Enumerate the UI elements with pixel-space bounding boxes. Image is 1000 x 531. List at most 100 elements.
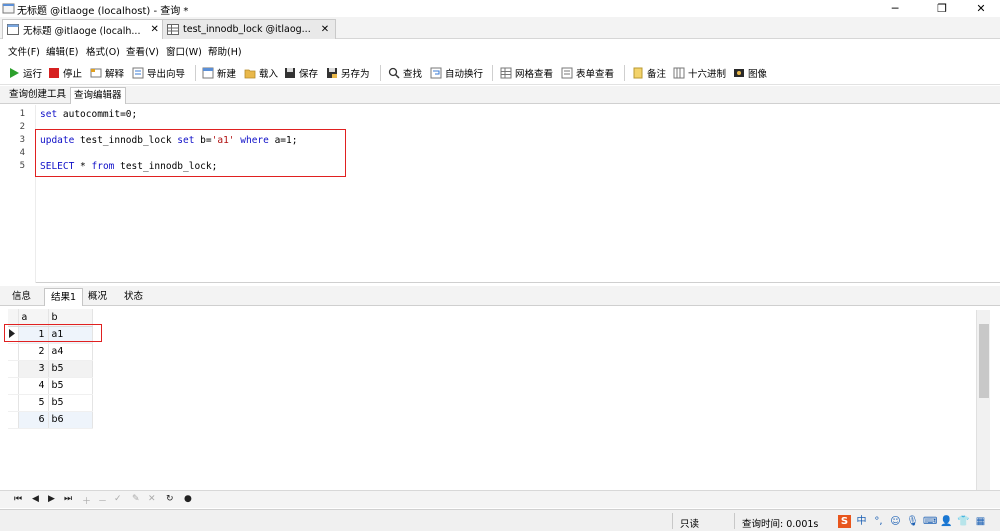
add-record-icon[interactable]: ＋ xyxy=(82,494,91,507)
table-icon xyxy=(167,24,179,35)
grid-view-button[interactable]: 网格查看 xyxy=(500,65,553,81)
sql-editor[interactable]: 1 2 3 4 5 set autocommit=0; update test_… xyxy=(0,105,1000,283)
export-icon xyxy=(132,67,144,79)
tab-profile[interactable]: 概况 xyxy=(82,288,113,306)
last-record-icon[interactable]: ⏭ xyxy=(64,494,72,504)
status-divider xyxy=(672,513,673,529)
maximize-button[interactable]: ❐ xyxy=(927,0,957,17)
next-record-icon[interactable]: ▶ xyxy=(48,494,55,504)
table-row[interactable]: 3 b5 xyxy=(8,360,93,378)
doc-tab-label: 无标题 @itlaoge (localh... xyxy=(23,25,141,37)
user-icon[interactable]: 👤 xyxy=(940,515,953,528)
hex-button[interactable]: 十六进制 xyxy=(673,65,726,81)
vertical-scrollbar[interactable] xyxy=(976,310,990,490)
tab-info[interactable]: 信息 xyxy=(6,288,37,306)
tab-result-1[interactable]: 结果1 xyxy=(44,288,84,306)
find-button[interactable]: 查找 xyxy=(388,65,422,81)
status-bar: 只读 查询时间: 0.001s S 中 °, ☺ 🎙 ⌨ 👤 👕 ▦ xyxy=(0,509,1000,531)
punctuation-mode-icon[interactable]: °, xyxy=(872,515,885,528)
doc-tab-query[interactable]: 无标题 @itlaoge (localh... ✕ xyxy=(2,19,166,39)
cell-a[interactable]: 4 xyxy=(18,377,49,395)
ime-tray: S 中 °, ☺ 🎙 ⌨ 👤 👕 ▦ xyxy=(838,513,987,529)
stop-refresh-icon[interactable]: ● xyxy=(184,494,192,504)
minimize-button[interactable]: ─ xyxy=(880,0,910,17)
tab-query-editor[interactable]: 查询编辑器 xyxy=(70,87,126,104)
new-button[interactable]: 新建 xyxy=(202,65,236,81)
close-window-button[interactable]: ✕ xyxy=(966,0,996,17)
export-wizard-button[interactable]: 导出向导 xyxy=(132,65,185,81)
tab-status[interactable]: 状态 xyxy=(118,288,149,306)
table-row[interactable]: 6 b6 xyxy=(8,411,93,429)
save-button[interactable]: 保存 xyxy=(284,65,318,81)
play-icon xyxy=(10,68,19,78)
edit-record-icon[interactable]: ✎ xyxy=(132,494,140,504)
apply-changes-icon[interactable]: ✓ xyxy=(114,494,122,504)
save-icon xyxy=(285,68,295,78)
tab-query-builder[interactable]: 查询创建工具 xyxy=(6,87,69,104)
ime-language-icon[interactable]: 中 xyxy=(855,515,868,528)
result-tabs: 信息 结果1 概况 状态 xyxy=(0,286,1000,306)
line-number: 2 xyxy=(19,122,25,132)
menu-window[interactable]: 窗口(W) xyxy=(166,44,202,58)
record-navigation-bar: ⏮ ◀ ▶ ⏭ ＋ － ✓ ✎ ✕ ↻ ● xyxy=(0,490,1000,508)
previous-record-icon[interactable]: ◀ xyxy=(32,494,39,504)
title-bar: 无标题 @itlaoge (localhost) - 查询 * ─ ❐ ✕ xyxy=(0,0,1000,17)
form-view-button[interactable]: 表单查看 xyxy=(561,65,614,81)
cell-b[interactable]: b5 xyxy=(48,394,93,412)
sql-keyword: set xyxy=(40,109,58,120)
cell-b[interactable]: a4 xyxy=(48,343,93,361)
tools-grid-icon[interactable]: ▦ xyxy=(974,515,987,528)
status-divider xyxy=(734,513,735,529)
status-readonly: 只读 xyxy=(680,519,700,530)
word-wrap-button[interactable]: 自动换行 xyxy=(430,65,483,81)
doc-tab-label: test_innodb_lock @itlaog... xyxy=(183,24,311,35)
menu-view[interactable]: 查看(V) xyxy=(126,44,159,58)
run-button[interactable]: 运行 xyxy=(8,65,42,81)
image-icon xyxy=(734,69,744,77)
cell-b[interactable]: b5 xyxy=(48,377,93,395)
refresh-icon[interactable]: ↻ xyxy=(166,494,174,504)
load-button[interactable]: 载入 xyxy=(244,65,278,81)
menu-help[interactable]: 帮助(H) xyxy=(208,44,242,58)
microphone-icon[interactable]: 🎙 xyxy=(906,515,919,528)
toolbar-separator xyxy=(624,65,625,81)
image-button[interactable]: 图像 xyxy=(733,65,767,81)
save-as-icon xyxy=(327,68,337,78)
toolbar-separator xyxy=(195,65,196,81)
row-marker xyxy=(8,377,19,395)
sql-text: autocommit=0; xyxy=(57,109,138,120)
menu-format[interactable]: 格式(O) xyxy=(86,44,120,58)
discard-changes-icon[interactable]: ✕ xyxy=(148,494,156,504)
scrollbar-thumb[interactable] xyxy=(979,324,989,398)
cell-a[interactable]: 3 xyxy=(18,360,49,378)
emoji-icon[interactable]: ☺ xyxy=(889,515,902,528)
menu-edit[interactable]: 编辑(E) xyxy=(46,44,78,58)
row-highlight-box xyxy=(4,324,102,342)
line-number-gutter: 1 2 3 4 5 xyxy=(0,105,36,283)
query-icon xyxy=(7,24,19,35)
memo-icon xyxy=(633,67,643,79)
table-row[interactable]: 2 a4 xyxy=(8,343,93,361)
toolbar: 运行 停止 解释 导出向导 新建 载入 保存 另存为 查找 自动换行 网格查看 xyxy=(0,61,1000,85)
table-row[interactable]: 5 b5 xyxy=(8,394,93,412)
word-wrap-icon xyxy=(430,67,442,79)
save-as-button[interactable]: 另存为 xyxy=(326,65,370,81)
cell-a[interactable]: 2 xyxy=(18,343,49,361)
explain-button[interactable]: 解释 xyxy=(90,65,124,81)
skin-icon[interactable]: 👕 xyxy=(957,515,970,528)
sogou-ime-icon[interactable]: S xyxy=(838,514,851,528)
cell-b[interactable]: b5 xyxy=(48,360,93,378)
menu-file[interactable]: 文件(F) xyxy=(8,44,40,58)
delete-record-icon[interactable]: － xyxy=(98,494,107,507)
cell-a[interactable]: 5 xyxy=(18,394,49,412)
keyboard-icon[interactable]: ⌨ xyxy=(923,515,937,528)
close-tab-icon[interactable]: ✕ xyxy=(321,24,329,35)
first-record-icon[interactable]: ⏮ xyxy=(14,494,22,504)
close-tab-icon[interactable]: ✕ xyxy=(150,24,158,35)
doc-tab-table[interactable]: test_innodb_lock @itlaog... ✕ xyxy=(162,19,337,39)
memo-button[interactable]: 备注 xyxy=(632,65,666,81)
cell-b[interactable]: b6 xyxy=(48,411,93,429)
table-row[interactable]: 4 b5 xyxy=(8,377,93,395)
cell-a[interactable]: 6 xyxy=(18,411,49,429)
stop-button[interactable]: 停止 xyxy=(48,65,82,81)
